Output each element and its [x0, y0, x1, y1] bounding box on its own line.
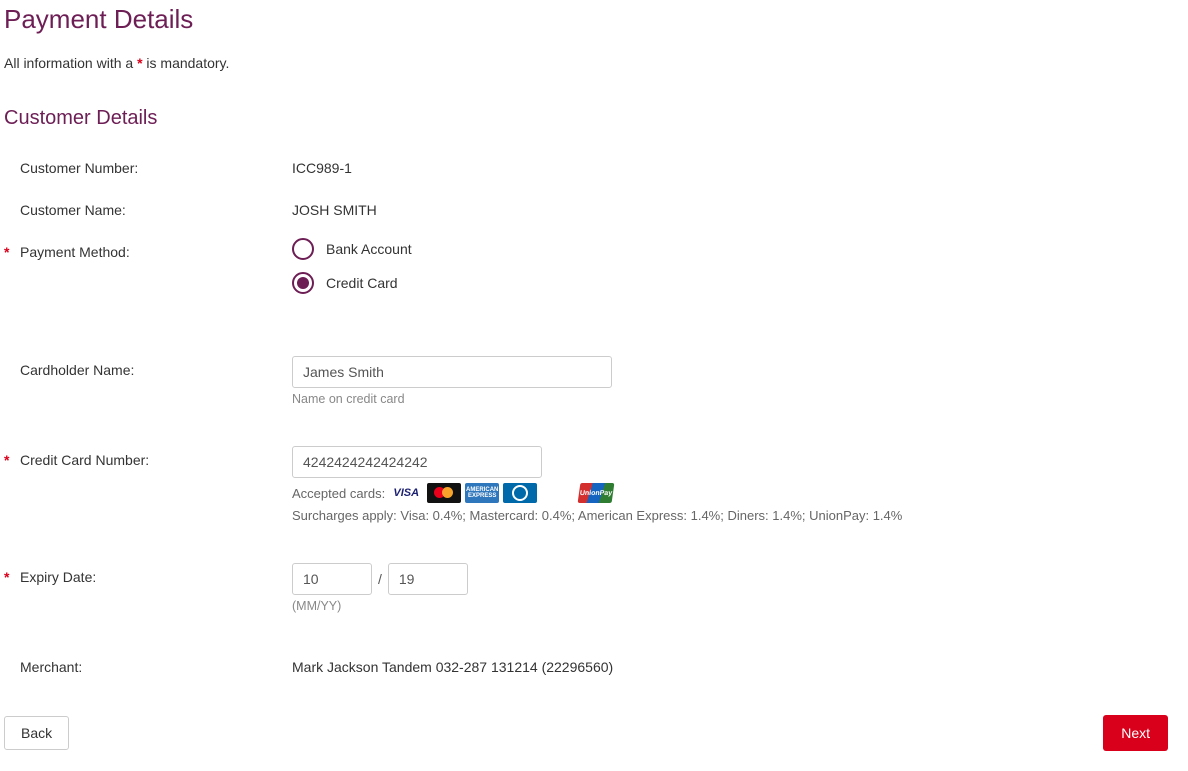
expiry-separator: /: [378, 571, 382, 587]
next-button[interactable]: Next: [1103, 715, 1168, 751]
button-row: Back Next: [4, 715, 1184, 751]
value-merchant: Mark Jackson Tandem 032-287 131214 (2229…: [292, 653, 1184, 675]
row-cardholder-name: Cardholder Name: Name on credit card: [4, 356, 1184, 406]
amex-icon: AMERICAN EXPRESS: [465, 483, 499, 503]
radio-group-payment-method: Bank Account Credit Card: [292, 238, 1184, 294]
asterisk-icon: *: [4, 452, 20, 468]
value-customer-number: ICC989-1: [292, 154, 1184, 176]
row-payment-method: * Payment Method: Bank Account Credit Ca…: [4, 238, 1184, 306]
hint-expiry-format: (MM/YY): [292, 599, 1184, 613]
radio-label: Credit Card: [326, 275, 398, 291]
hint-cardholder: Name on credit card: [292, 392, 1184, 406]
asterisk-icon: *: [4, 569, 20, 585]
radio-label: Bank Account: [326, 241, 412, 257]
row-credit-card-number: * Credit Card Number: Accepted cards: VI…: [4, 446, 1184, 523]
mastercard-icon: [427, 483, 461, 503]
radio-credit-card[interactable]: Credit Card: [292, 272, 1184, 294]
label-expiry-date: Expiry Date:: [20, 569, 96, 585]
value-customer-name: JOSH SMITH: [292, 196, 1184, 218]
back-button[interactable]: Back: [4, 716, 69, 750]
mandatory-prefix: All information with a: [4, 55, 137, 71]
label-cardholder-name: Cardholder Name:: [20, 362, 134, 378]
row-expiry-date: * Expiry Date: / (MM/YY): [4, 563, 1184, 613]
mandatory-suffix: is mandatory.: [143, 55, 230, 71]
row-customer-name: Customer Name: JOSH SMITH: [4, 196, 1184, 218]
unionpay-icon: UnionPay: [578, 483, 615, 503]
accepted-cards-label: Accepted cards:: [292, 486, 385, 501]
label-customer-number: Customer Number:: [20, 160, 138, 176]
row-customer-number: Customer Number: ICC989-1: [4, 154, 1184, 176]
radio-bank-account[interactable]: Bank Account: [292, 238, 1184, 260]
label-merchant: Merchant:: [20, 659, 82, 675]
radio-icon: [292, 238, 314, 260]
label-credit-card-number: Credit Card Number:: [20, 452, 149, 468]
label-customer-name: Customer Name:: [20, 202, 126, 218]
credit-card-number-input[interactable]: [292, 446, 542, 478]
expiry-month-input[interactable]: [292, 563, 372, 595]
expiry-year-input[interactable]: [388, 563, 468, 595]
visa-icon: VISA: [389, 483, 423, 503]
row-merchant: Merchant: Mark Jackson Tandem 032-287 13…: [4, 653, 1184, 675]
diners-icon: [503, 483, 537, 503]
section-customer-details: Customer Details: [4, 107, 1184, 130]
radio-icon: [292, 272, 314, 294]
label-payment-method: Payment Method:: [20, 244, 130, 260]
surcharge-note: Surcharges apply: Visa: 0.4%; Mastercard…: [292, 508, 1184, 523]
mandatory-note: All information with a * is mandatory.: [4, 55, 1184, 71]
asterisk-icon: *: [4, 244, 20, 260]
cardholder-name-input[interactable]: [292, 356, 612, 388]
page-title: Payment Details: [4, 4, 1184, 35]
jcb-icon: [541, 483, 575, 503]
accepted-cards-row: Accepted cards: VISA AMERICAN EXPRESS Un…: [292, 483, 1184, 503]
